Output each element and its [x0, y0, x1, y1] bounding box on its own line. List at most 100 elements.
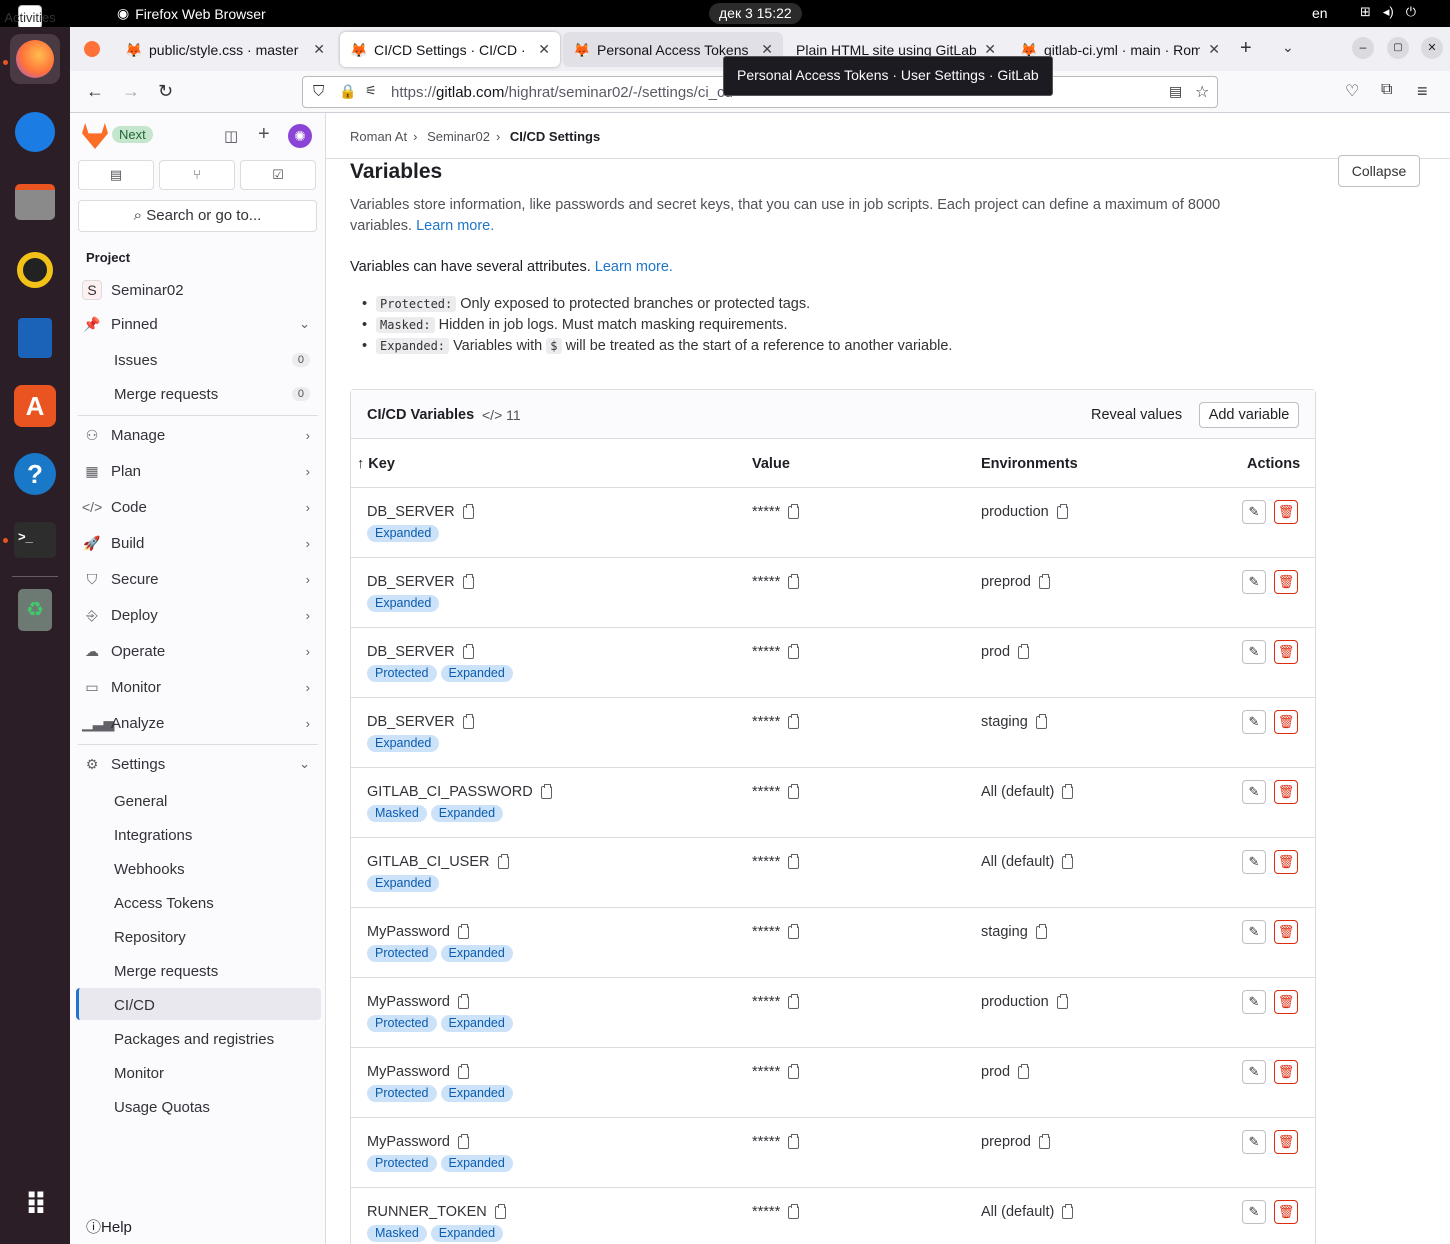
sidebar-item-monitor[interactable]: ▭ Monitor › — [78, 671, 320, 703]
permissions-icon[interactable]: ⚟ — [365, 83, 377, 99]
sidebar-item-deploy[interactable]: ⎆ Deploy › — [78, 599, 320, 631]
menu-icon[interactable]: ≡ — [1417, 81, 1428, 102]
terminal-launcher-icon[interactable]: >_ — [10, 515, 60, 565]
copy-icon[interactable] — [788, 713, 800, 729]
maximize-icon[interactable]: ▢ — [1387, 37, 1409, 59]
sidebar-item-build[interactable]: 🚀 Build › — [78, 527, 320, 559]
sidebar-item-analyze[interactable]: ▁▃▅ Analyze › — [78, 707, 320, 739]
sidebar-item-manage[interactable]: ⚇ Manage › — [78, 419, 320, 451]
help-launcher-icon[interactable]: ? — [10, 449, 60, 499]
delete-variable-button[interactable]: 🗑 — [1274, 1060, 1298, 1084]
tracking-shield-icon[interactable]: ⛉ — [313, 83, 324, 100]
edit-variable-button[interactable]: ✎ — [1242, 640, 1266, 664]
delete-variable-button[interactable]: 🗑 — [1274, 570, 1298, 594]
language-indicator[interactable]: en — [1312, 5, 1328, 21]
sidebar-item-usage-quotas[interactable]: Usage Quotas — [114, 1099, 210, 1116]
edit-variable-button[interactable]: ✎ — [1242, 1060, 1266, 1084]
copy-icon[interactable] — [462, 713, 474, 729]
copy-icon[interactable] — [788, 1203, 800, 1219]
edit-variable-button[interactable]: ✎ — [1242, 920, 1266, 944]
copy-icon[interactable] — [1038, 1133, 1050, 1149]
firefox-view-icon[interactable] — [84, 41, 100, 57]
todos-shortcut-icon[interactable]: ☑ — [240, 160, 316, 190]
copy-icon[interactable] — [458, 993, 469, 1009]
reader-view-icon[interactable]: ▤ — [1169, 83, 1182, 100]
collapse-button[interactable]: Collapse — [1338, 155, 1420, 187]
sidebar-item-repository[interactable]: Repository — [114, 929, 186, 946]
copy-icon[interactable] — [1056, 503, 1068, 519]
project-link[interactable]: S Seminar02 — [78, 274, 320, 306]
pinned-section[interactable]: 📌 Pinned ⌄ — [78, 308, 320, 340]
delete-variable-button[interactable]: 🗑 — [1274, 780, 1298, 804]
copy-icon[interactable] — [1062, 853, 1074, 869]
list-tabs-icon[interactable]: ⌄ — [1282, 39, 1294, 56]
copy-icon[interactable] — [462, 503, 474, 519]
sidebar-item-merge-requests-settings[interactable]: Merge requests — [114, 963, 218, 980]
copy-icon[interactable] — [1056, 993, 1068, 1009]
close-tab-icon[interactable]: ✕ — [1208, 41, 1220, 58]
rhythmbox-launcher-icon[interactable] — [10, 245, 60, 295]
create-new-icon[interactable]: + — [258, 123, 270, 146]
system-tray[interactable]: ⊞ ◂) ⏻ — [1360, 4, 1416, 20]
copy-icon[interactable] — [1038, 573, 1050, 589]
help-button[interactable]: ⓘHelp — [86, 1216, 132, 1237]
copy-icon[interactable] — [788, 1133, 800, 1149]
copy-icon[interactable] — [462, 643, 474, 659]
delete-variable-button[interactable]: 🗑 — [1274, 850, 1298, 874]
copy-icon[interactable] — [1035, 713, 1047, 729]
copy-icon[interactable] — [497, 853, 509, 869]
sidebar-item-issues[interactable]: Issues 0 — [78, 344, 320, 376]
delete-variable-button[interactable]: 🗑 — [1274, 500, 1298, 524]
copy-icon[interactable] — [788, 923, 800, 939]
new-tab-icon[interactable]: + — [1240, 37, 1252, 60]
app-menu[interactable]: ◉ Firefox Web Browser — [117, 5, 266, 22]
copy-icon[interactable] — [1018, 1063, 1030, 1079]
edit-variable-button[interactable]: ✎ — [1242, 990, 1266, 1014]
software-center-icon[interactable]: A — [10, 381, 60, 431]
copy-icon[interactable] — [788, 783, 800, 799]
activities-button[interactable]: Activities — [4, 5, 56, 29]
copy-icon[interactable] — [788, 643, 800, 659]
merge-requests-shortcut-icon[interactable]: ⑂ — [159, 160, 235, 190]
copy-icon[interactable] — [1018, 643, 1030, 659]
writer-launcher-icon[interactable] — [10, 313, 60, 363]
copy-icon[interactable] — [788, 853, 800, 869]
delete-variable-button[interactable]: 🗑 — [1274, 990, 1298, 1014]
sidebar-item-settings[interactable]: ⚙ Settings ⌄ — [78, 748, 320, 780]
delete-variable-button[interactable]: 🗑 — [1274, 710, 1298, 734]
files-launcher-icon[interactable] — [10, 177, 60, 227]
delete-variable-button[interactable]: 🗑 — [1274, 1130, 1298, 1154]
copy-icon[interactable] — [458, 1133, 469, 1149]
copy-icon[interactable] — [788, 1063, 800, 1079]
search-input[interactable]: ⌕ Search or go to... — [78, 200, 317, 232]
copy-icon[interactable] — [788, 993, 800, 1009]
copy-icon[interactable] — [1062, 783, 1074, 799]
key-column-header[interactable]: ↑ Key — [357, 456, 395, 472]
gitlab-logo-icon[interactable] — [82, 123, 108, 149]
copy-icon[interactable] — [458, 1063, 469, 1079]
edit-variable-button[interactable]: ✎ — [1242, 1130, 1266, 1154]
issues-shortcut-icon[interactable]: ▤ — [78, 160, 154, 190]
add-variable-button[interactable]: Add variable — [1199, 402, 1299, 428]
close-tab-icon[interactable]: ✕ — [538, 41, 550, 58]
copy-icon[interactable] — [788, 573, 800, 589]
app-grid-icon[interactable]: ⠿ — [10, 1180, 60, 1230]
reload-icon[interactable]: ↻ — [158, 81, 173, 102]
edit-variable-button[interactable]: ✎ — [1242, 780, 1266, 804]
sidebar-item-general[interactable]: General — [114, 793, 167, 810]
clock[interactable]: дек 3 15:22 — [709, 3, 802, 24]
sidebar-item-cicd[interactable]: CI/CD — [114, 997, 155, 1014]
copy-icon[interactable] — [1062, 1203, 1074, 1219]
sidebar-item-plan[interactable]: ▦ Plan › — [78, 455, 320, 487]
collapse-sidebar-icon[interactable]: ◫ — [224, 127, 238, 145]
sidebar-item-packages[interactable]: Packages and registries — [114, 1031, 274, 1048]
thunderbird-launcher-icon[interactable] — [10, 107, 60, 157]
attributes-learn-more-link[interactable]: Learn more. — [595, 259, 673, 275]
copy-icon[interactable] — [788, 503, 800, 519]
edit-variable-button[interactable]: ✎ — [1242, 1200, 1266, 1224]
sidebar-item-monitor-settings[interactable]: Monitor — [114, 1065, 164, 1082]
next-badge[interactable]: Next — [112, 126, 153, 143]
extensions-icon[interactable]: ⧉ — [1381, 81, 1392, 99]
pocket-icon[interactable]: ♡ — [1345, 81, 1359, 101]
edit-variable-button[interactable]: ✎ — [1242, 710, 1266, 734]
